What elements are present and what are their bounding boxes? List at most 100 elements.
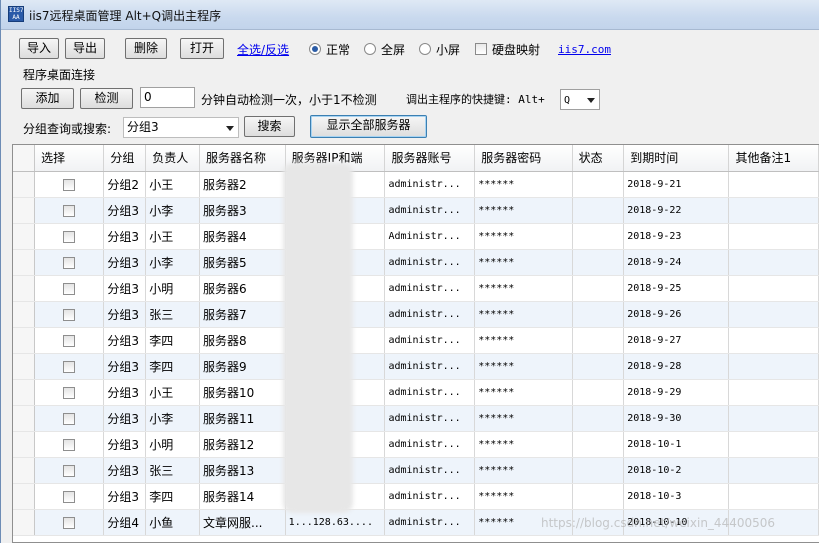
cell-note[interactable] bbox=[728, 379, 819, 406]
row-select-checkbox[interactable] bbox=[63, 516, 76, 529]
row-select-checkbox[interactable] bbox=[63, 412, 76, 425]
cell-owner[interactable]: 小鱼 bbox=[145, 509, 201, 536]
cell-note[interactable] bbox=[728, 301, 819, 328]
cell-name[interactable]: 服务器11 bbox=[199, 405, 286, 432]
row-header[interactable] bbox=[13, 457, 36, 484]
table-row[interactable]: 分组3张三服务器7...administr...******2018-9-26 bbox=[13, 301, 819, 328]
cell-group[interactable]: 分组3 bbox=[103, 353, 147, 380]
row-header[interactable] bbox=[13, 249, 36, 276]
cell-name[interactable]: 服务器14 bbox=[199, 483, 286, 510]
column-header[interactable]: 到期时间 bbox=[623, 145, 730, 172]
cell-status[interactable] bbox=[572, 275, 625, 302]
column-header[interactable]: 分组 bbox=[103, 145, 147, 172]
row-select-checkbox[interactable] bbox=[63, 230, 76, 243]
cell-group[interactable]: 分组3 bbox=[103, 327, 147, 354]
search-button[interactable]: 搜索 bbox=[244, 116, 295, 137]
group-select[interactable]: 分组3 bbox=[123, 117, 239, 138]
cell-status[interactable] bbox=[572, 457, 625, 484]
row-header[interactable] bbox=[13, 275, 36, 302]
cell-password[interactable]: ****** bbox=[474, 301, 573, 328]
table-row[interactable]: 分组3张三服务器13...administr...******2018-10-2 bbox=[13, 457, 819, 484]
cell-group[interactable]: 分组3 bbox=[103, 405, 147, 432]
cell-status[interactable] bbox=[572, 379, 625, 406]
cell-owner[interactable]: 李四 bbox=[145, 483, 201, 510]
cell-expire[interactable]: 2018-9-30 bbox=[623, 405, 730, 432]
cell-note[interactable] bbox=[728, 457, 819, 484]
cell-group[interactable]: 分组3 bbox=[103, 197, 147, 224]
cell-owner[interactable]: 小李 bbox=[145, 197, 201, 224]
cell-password[interactable]: ****** bbox=[474, 483, 573, 510]
cell-name[interactable]: 文章网服... bbox=[199, 509, 286, 536]
cell-owner[interactable]: 张三 bbox=[145, 457, 201, 484]
cell-password[interactable]: ****** bbox=[474, 405, 573, 432]
cell-expire[interactable]: 2018-9-26 bbox=[623, 301, 730, 328]
cell-owner[interactable]: 小明 bbox=[145, 275, 201, 302]
cell-expire[interactable]: 2018-9-23 bbox=[623, 223, 730, 250]
import-button[interactable]: 导入 bbox=[19, 38, 59, 59]
cell-account[interactable]: administr... bbox=[384, 353, 476, 380]
cell-group[interactable]: 分组3 bbox=[103, 457, 147, 484]
cell-owner[interactable]: 张三 bbox=[145, 301, 201, 328]
cell-note[interactable] bbox=[728, 171, 819, 198]
cell-group[interactable]: 分组2 bbox=[103, 171, 147, 198]
row-select-checkbox[interactable] bbox=[63, 334, 76, 347]
cell-name[interactable]: 服务器9 bbox=[199, 353, 286, 380]
table-row[interactable]: 分组3小李服务器3...administr...******2018-9-22 bbox=[13, 197, 819, 224]
row-header[interactable] bbox=[13, 353, 36, 380]
column-header[interactable]: 服务器密码 bbox=[474, 145, 573, 172]
mode-small-radio[interactable] bbox=[419, 43, 431, 55]
row-select-checkbox[interactable] bbox=[63, 464, 76, 477]
cell-status[interactable] bbox=[572, 301, 625, 328]
cell-note[interactable] bbox=[728, 483, 819, 510]
mode-fullscreen-radio[interactable] bbox=[364, 43, 376, 55]
cell-password[interactable]: ****** bbox=[474, 275, 573, 302]
site-link[interactable]: iis7.com bbox=[558, 43, 611, 56]
table-row[interactable]: 分组3李四服务器9...administr...******2018-9-28 bbox=[13, 353, 819, 380]
add-button[interactable]: 添加 bbox=[21, 88, 74, 109]
detect-button[interactable]: 检测 bbox=[80, 88, 133, 109]
cell-expire[interactable]: 2018-10-1 bbox=[623, 431, 730, 458]
cell-name[interactable]: 服务器6 bbox=[199, 275, 286, 302]
row-select-checkbox[interactable] bbox=[63, 204, 76, 217]
row-header[interactable] bbox=[13, 405, 36, 432]
cell-note[interactable] bbox=[728, 249, 819, 276]
minutes-input[interactable]: 0 bbox=[140, 87, 195, 108]
cell-status[interactable] bbox=[572, 327, 625, 354]
cell-password[interactable]: ****** bbox=[474, 353, 573, 380]
cell-note[interactable] bbox=[728, 327, 819, 354]
table-row[interactable]: 分组3小明服务器1228...administr...******2018-10… bbox=[13, 431, 819, 458]
cell-account[interactable]: administr... bbox=[384, 509, 476, 536]
row-select-checkbox[interactable] bbox=[63, 178, 76, 191]
cell-group[interactable]: 分组3 bbox=[103, 275, 147, 302]
cell-status[interactable] bbox=[572, 483, 625, 510]
cell-account[interactable]: administr... bbox=[384, 197, 476, 224]
cell-account[interactable]: administr... bbox=[384, 457, 476, 484]
cell-expire[interactable]: 2018-10-2 bbox=[623, 457, 730, 484]
cell-owner[interactable]: 李四 bbox=[145, 353, 201, 380]
server-table[interactable]: 选择 分组 负责人 服务器名称 服务器IP和端 服务器账号 服务器密码 状态 到… bbox=[12, 144, 819, 543]
cell-group[interactable]: 分组3 bbox=[103, 301, 147, 328]
cell-account[interactable]: administr... bbox=[384, 249, 476, 276]
cell-name[interactable]: 服务器5 bbox=[199, 249, 286, 276]
cell-note[interactable] bbox=[728, 405, 819, 432]
delete-button[interactable]: 删除 bbox=[125, 38, 167, 59]
cell-owner[interactable]: 小王 bbox=[145, 171, 201, 198]
cell-owner[interactable]: 小李 bbox=[145, 249, 201, 276]
row-select-checkbox[interactable] bbox=[63, 386, 76, 399]
cell-group[interactable]: 分组3 bbox=[103, 431, 147, 458]
cell-account[interactable]: administr... bbox=[384, 405, 476, 432]
row-select-checkbox[interactable] bbox=[63, 256, 76, 269]
row-header[interactable] bbox=[13, 327, 36, 354]
row-header[interactable] bbox=[13, 483, 36, 510]
cell-group[interactable]: 分组3 bbox=[103, 223, 147, 250]
cell-account[interactable]: administr... bbox=[384, 275, 476, 302]
disk-map-checkbox[interactable] bbox=[475, 43, 487, 55]
cell-status[interactable] bbox=[572, 171, 625, 198]
table-row[interactable]: 分组3李四服务器141..204...administr...******201… bbox=[13, 483, 819, 510]
cell-account[interactable]: Administr... bbox=[384, 223, 476, 250]
cell-note[interactable] bbox=[728, 431, 819, 458]
cell-group[interactable]: 分组3 bbox=[103, 483, 147, 510]
row-select-checkbox[interactable] bbox=[63, 282, 76, 295]
cell-password[interactable]: ****** bbox=[474, 457, 573, 484]
table-row[interactable]: 分组3小王服务器10...administr...******2018-9-29 bbox=[13, 379, 819, 406]
